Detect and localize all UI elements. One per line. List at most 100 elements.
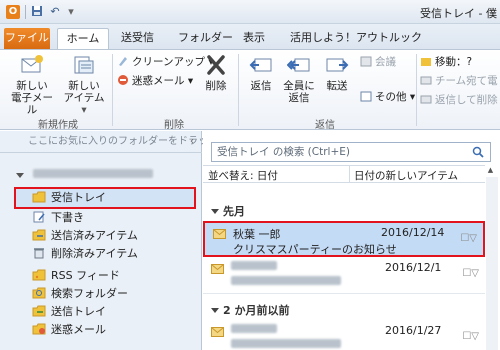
junk-folder-icon [32, 323, 46, 335]
envelope-icon [211, 327, 224, 337]
tab-file[interactable]: ファイル [4, 28, 50, 49]
folder-drafts[interactable]: 下書き [32, 209, 84, 227]
forward-icon [326, 58, 349, 72]
envelope-icon [211, 264, 224, 274]
navigation-pane: ここにお気に入りのフォルダーをドラッグ ‹ 受信トレイ 下書き 送信済みアイテム… [0, 131, 218, 350]
more-label: その他 [375, 91, 407, 103]
reply-delete-label: 返信して削除 [435, 94, 498, 106]
flag-icon[interactable]: ☐▽ [462, 268, 479, 279]
quickstep-reply-delete[interactable]: 返信して削除 [420, 93, 498, 107]
sent-items-icon [32, 229, 46, 241]
search-input[interactable]: 受信トレイ の検索 (Ctrl+E) [211, 142, 491, 162]
junk-label: 迷惑メール [132, 75, 185, 87]
collapse-group-icon[interactable] [211, 209, 219, 214]
reply-all-label: 全員に 返信 [283, 80, 315, 104]
mail-subject-redacted [231, 339, 341, 350]
flag-icon[interactable]: ☐▽ [462, 331, 479, 342]
more-icon [360, 91, 372, 102]
expand-triangle-icon[interactable] [16, 173, 24, 178]
quickstep-move[interactable]: 移動：? [420, 55, 472, 69]
folder-inbox[interactable]: 受信トレイ [32, 189, 106, 207]
deleted-items-icon [34, 248, 44, 259]
title-bar: O ↶ ▾ 受信トレイ - 僕 [0, 0, 500, 24]
forward-label: 転送 [326, 80, 348, 92]
folder-deleted-items[interactable]: 削除済みアイテム [32, 245, 138, 263]
group-separator [416, 54, 417, 126]
save-icon[interactable] [30, 5, 44, 19]
folder-search-folders[interactable]: 検索フォルダー [32, 285, 128, 303]
collapse-group-icon[interactable] [211, 308, 219, 313]
reply-button[interactable]: 返信 [243, 53, 279, 92]
folder-outbox[interactable]: 送信トレイ [32, 303, 106, 321]
folder-rss-feeds[interactable]: RSS フィード [32, 267, 120, 285]
new-email-button[interactable]: 新しい 電子メール [6, 53, 58, 116]
search-icon[interactable] [472, 146, 484, 158]
meeting-button[interactable]: 会議 [360, 55, 396, 69]
customize-icon[interactable]: ▾ [64, 5, 78, 19]
new-email-label: 新しい 電子メール [11, 80, 53, 116]
window-title: 受信トレイ - 僕 [420, 7, 497, 20]
quick-access-separator [25, 5, 26, 19]
mail-subject: クリスマスパーティーのお知らせ [233, 243, 397, 256]
outbox-icon [32, 305, 46, 317]
delete-button[interactable]: 削除 [197, 53, 235, 92]
more-respond-button[interactable]: その他 ▾ [360, 90, 415, 104]
meeting-icon [360, 56, 372, 67]
group-separator [112, 54, 113, 126]
header-separator [349, 166, 350, 183]
folder-junk-email[interactable]: 迷惑メール [32, 321, 106, 339]
tab-home[interactable]: ホーム [57, 28, 109, 49]
tab-folder[interactable]: フォルダー [178, 28, 233, 49]
reply-delete-icon [420, 95, 432, 104]
ribbon-tabs: ファイル ホーム 送受信 フォルダー 表示 活用しよう！アウトルック [0, 24, 500, 49]
junk-button[interactable]: 迷惑メール ▾ [117, 74, 193, 88]
scroll-up-arrow-icon[interactable]: ▲ [485, 165, 496, 176]
account-name-redacted [32, 169, 153, 178]
tab-view[interactable]: 表示 [243, 28, 265, 49]
folder-deleted-label: 削除済みアイテム [51, 247, 138, 260]
tab-send-receive[interactable]: 送受信 [121, 28, 154, 49]
search-folder-icon [32, 287, 46, 299]
team-email-icon [420, 76, 432, 85]
collapse-pane-icon[interactable]: ‹ [190, 131, 194, 153]
sort-order-button[interactable]: 日付の新しいアイテム [354, 168, 458, 183]
folder-outbox-label: 送信トレイ [51, 305, 106, 318]
mail-list-scrollbar[interactable] [486, 177, 498, 350]
delete-icon [207, 55, 225, 75]
forward-button[interactable]: 転送 [319, 53, 355, 92]
sort-by-date-button[interactable]: 並べ替え: 日付 [208, 168, 278, 183]
meeting-label: 会議 [375, 56, 396, 68]
group-label-new: 新規作成 [38, 120, 78, 131]
junk-icon [118, 75, 128, 85]
group-separator [238, 54, 239, 126]
flag-icon[interactable]: ☐▽ [460, 233, 477, 244]
mail-date: 2016/12/14 [381, 226, 445, 239]
folder-search-label: 検索フォルダー [51, 287, 128, 300]
reply-all-button[interactable]: 全員に 返信 [281, 53, 317, 104]
folder-drafts-label: 下書き [51, 211, 84, 224]
cleanup-icon [119, 57, 127, 66]
group-header-older[interactable]: 2 か月前以前 [203, 301, 485, 321]
reply-icon [249, 58, 272, 72]
account-header[interactable] [16, 169, 153, 183]
search-placeholder: 受信トレイ の検索 (Ctrl+E) [217, 146, 350, 158]
mail-item-selected[interactable]: 秋葉 一郎 2016/12/14 クリスマスパーティーのお知らせ ☐▽ [203, 221, 485, 257]
mail-subject-redacted [231, 276, 341, 289]
new-items-label: 新しい アイテム [63, 80, 105, 104]
folder-rss-label: RSS フィード [51, 269, 120, 282]
reply-label: 返信 [250, 80, 272, 92]
folder-sent-items[interactable]: 送信済みアイテム [32, 227, 138, 245]
folder-inbox-label: 受信トレイ [51, 191, 106, 204]
group-header-last-month[interactable]: 先月 [203, 202, 485, 222]
move-icon [421, 58, 431, 66]
mail-date: 2016/12/1 [385, 261, 442, 274]
outlook-window: O ↶ ▾ 受信トレイ - 僕 ファイル ホーム 送受信 フォルダー 表示 活用… [0, 0, 500, 350]
new-items-button[interactable]: 新しい アイテム ▾ [60, 53, 108, 116]
quickstep-team-email[interactable]: チーム宛て電 [420, 74, 498, 88]
group-title: 2 か月前以前 [223, 304, 290, 317]
undo-icon[interactable]: ↶ [48, 5, 62, 19]
mail-item[interactable]: 2016/1/27 ☐▽ [203, 321, 485, 350]
tab-addin[interactable]: 活用しよう！アウトルック [290, 28, 422, 49]
mail-item[interactable]: 2016/12/1 ☐▽ [203, 258, 485, 294]
rss-icon [32, 269, 46, 281]
